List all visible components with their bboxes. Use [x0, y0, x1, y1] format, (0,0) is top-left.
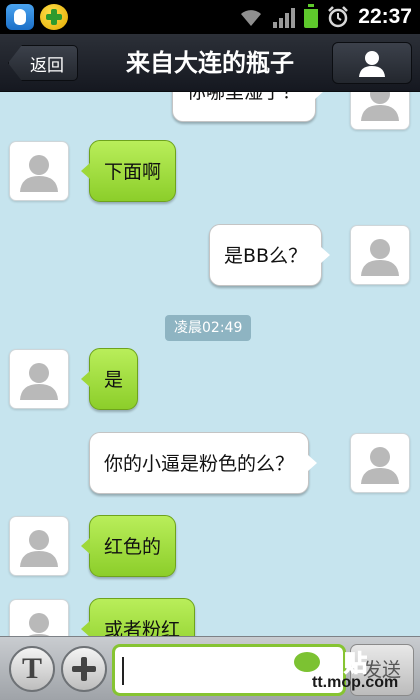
text-format-button[interactable]: T: [9, 646, 55, 692]
message-bubble-outgoing: 你的小逼是粉色的么？: [89, 432, 318, 494]
back-button[interactable]: 返回: [8, 45, 78, 81]
default-avatar-icon: [20, 363, 58, 400]
message-bubble-outgoing: 是BB么？: [209, 224, 331, 286]
qq-icon: [6, 4, 34, 30]
page-title: 来自大连的瓶子: [126, 49, 294, 77]
message-bubble-incoming: 或者粉红: [80, 598, 196, 636]
avatar: [350, 92, 410, 130]
plus-app-icon: [40, 4, 68, 30]
input-bar: T 发送: [0, 636, 420, 700]
message-bubble-outgoing: 你哪里湿了？: [172, 92, 325, 122]
status-bar: 22:37: [0, 0, 420, 34]
chat-area[interactable]: 你哪里湿了？ 下面啊 是BB么？ 凌晨02:49 是 你的小逼是粉色的么？ 红色…: [0, 92, 420, 636]
message-bubble-incoming: 红色的: [80, 515, 177, 577]
signal-icon: [273, 6, 296, 28]
add-button[interactable]: [61, 646, 107, 692]
avatar: [9, 599, 69, 636]
text-caret: [122, 657, 124, 685]
default-avatar-icon: [20, 155, 58, 192]
default-avatar-icon: [361, 92, 399, 121]
title-bar: 返回 来自大连的瓶子: [0, 34, 420, 92]
default-avatar-icon: [20, 530, 58, 567]
wifi-icon: [241, 10, 262, 26]
profile-button[interactable]: [332, 42, 412, 84]
person-icon: [359, 51, 385, 77]
text-format-icon: T: [21, 652, 42, 685]
status-time: 22:37: [358, 5, 412, 28]
alarm-icon: [328, 6, 349, 28]
avatar: [9, 516, 69, 576]
avatar: [9, 141, 69, 201]
avatar: [9, 349, 69, 409]
send-button[interactable]: 发送: [350, 644, 414, 696]
avatar: [350, 225, 410, 285]
default-avatar-icon: [361, 447, 399, 484]
avatar: [350, 433, 410, 493]
default-avatar-icon: [28, 613, 50, 636]
message-bubble-incoming: 下面啊: [80, 140, 177, 202]
message-input[interactable]: [112, 644, 346, 696]
add-icon: [72, 657, 96, 681]
message-bubble-incoming: 是: [80, 348, 139, 410]
default-avatar-icon: [361, 239, 399, 276]
battery-icon: [304, 4, 319, 28]
timestamp-badge: 凌晨02:49: [165, 315, 252, 341]
